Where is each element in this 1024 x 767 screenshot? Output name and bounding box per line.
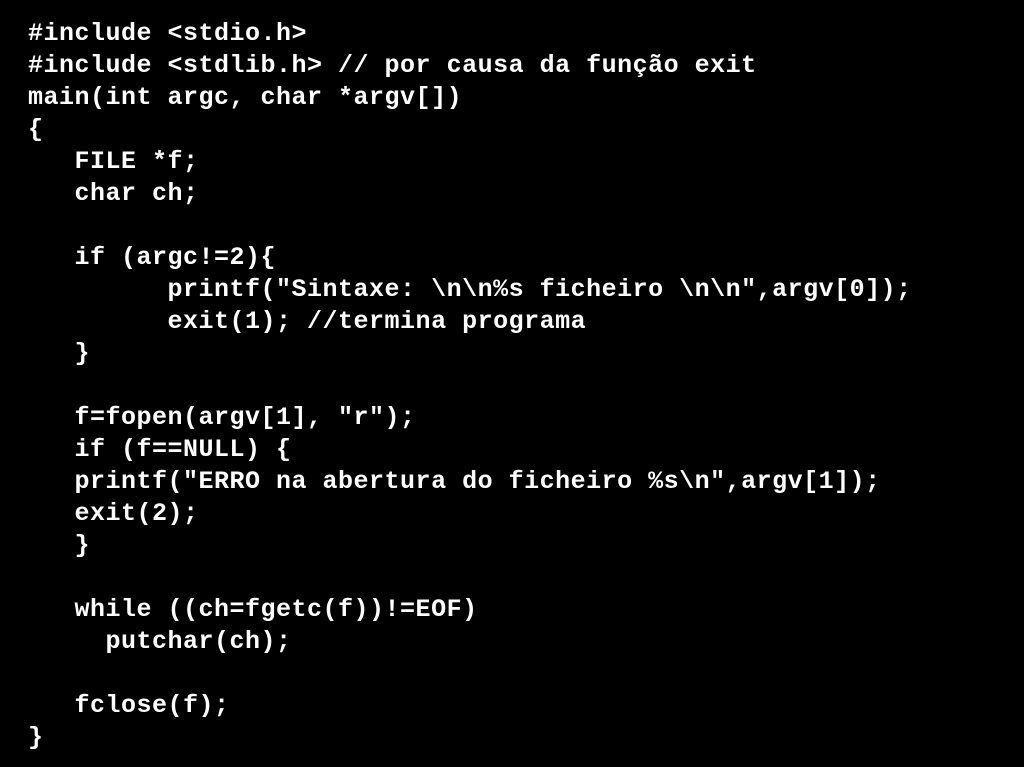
source-code: #include <stdio.h> #include <stdlib.h> /… [28,18,996,754]
code-block: #include <stdio.h> #include <stdlib.h> /… [0,0,1024,767]
